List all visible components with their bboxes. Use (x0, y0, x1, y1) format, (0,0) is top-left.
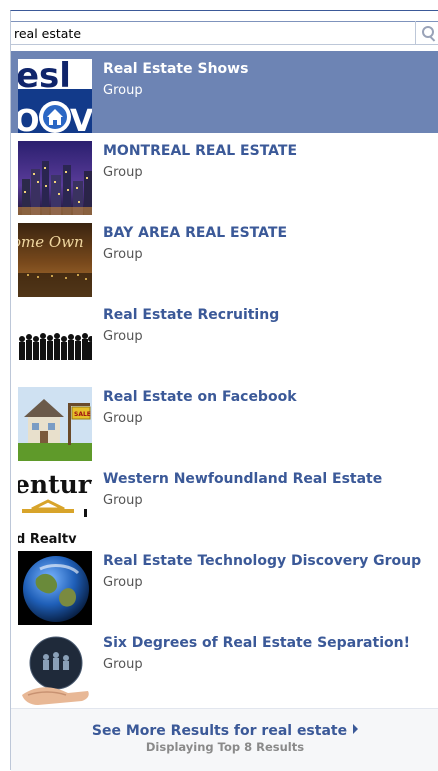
search-dropdown: esl O V Real Estate Shows Group (10, 10, 438, 771)
result-type: Group (103, 329, 143, 344)
svg-text:ome Own: ome Own (18, 233, 84, 251)
results-list: esl O V Real Estate Shows Group MONTREAL… (11, 51, 438, 707)
result-name: BAY AREA REAL ESTATE (103, 225, 288, 241)
result-item[interactable]: Real Estate Recruiting Group (11, 297, 438, 379)
see-more-label: See More Results for real estate (91, 723, 348, 739)
results-count-note: Displaying Top 8 Results (145, 740, 305, 754)
result-type: Group (103, 657, 143, 672)
result-name: Real Estate Technology Discovery Group (103, 553, 422, 569)
century-21-logo: entury d Realty (18, 469, 92, 543)
result-type: Group (103, 247, 143, 262)
home-own-sunset: ome Own (18, 223, 92, 297)
crowd-silhouettes (18, 305, 92, 379)
search-bar (11, 21, 438, 45)
svg-text:d Realty: d Realty (18, 532, 77, 543)
result-name: Real Estate Shows (103, 61, 249, 77)
result-type: Group (103, 165, 143, 180)
svg-text:SALE: SALE (74, 411, 91, 418)
results-footer: See More Results for real estate Display… (11, 708, 438, 771)
city-night-skyline (18, 141, 92, 215)
result-item[interactable]: entury d Realty Western Newfoundland Rea… (11, 461, 438, 543)
search-button[interactable] (415, 21, 438, 45)
result-type: Group (103, 411, 143, 426)
result-item[interactable]: SALE Real Estate on Facebook Group (11, 379, 438, 461)
result-item[interactable]: Six Degrees of Real Estate Separation! G… (11, 625, 438, 707)
result-name: Real Estate on Facebook (103, 389, 297, 405)
result-item[interactable]: Real Estate Technology Discovery Group G… (11, 543, 438, 625)
result-type: Group (103, 575, 143, 590)
search-input[interactable] (14, 24, 409, 43)
result-name: Six Degrees of Real Estate Separation! (103, 635, 410, 651)
result-type: Group (103, 83, 143, 98)
svg-text:entury: entury (18, 470, 92, 499)
result-item[interactable]: MONTREAL REAL ESTATE Group (11, 133, 438, 215)
earth-globe (18, 551, 92, 625)
result-item[interactable]: ome Own BAY AREA REAL ESTATE Group (11, 215, 438, 297)
search-icon (422, 26, 434, 38)
svg-text:O: O (18, 104, 40, 133)
caret-right-icon (353, 724, 359, 734)
result-item[interactable]: esl O V Real Estate Shows Group (11, 51, 438, 133)
result-type: Group (103, 493, 143, 508)
see-more-results-link[interactable]: See More Results for real estate (91, 723, 359, 739)
result-name: Real Estate Recruiting (103, 307, 280, 323)
svg-text:V: V (70, 104, 92, 133)
result-name: MONTREAL REAL ESTATE (103, 143, 298, 159)
real-estate-now-logo: esl O V (18, 59, 92, 133)
result-name: Western Newfoundland Real Estate (103, 471, 383, 487)
house-for-sale: SALE (18, 387, 92, 461)
globe-in-hand (18, 633, 92, 707)
